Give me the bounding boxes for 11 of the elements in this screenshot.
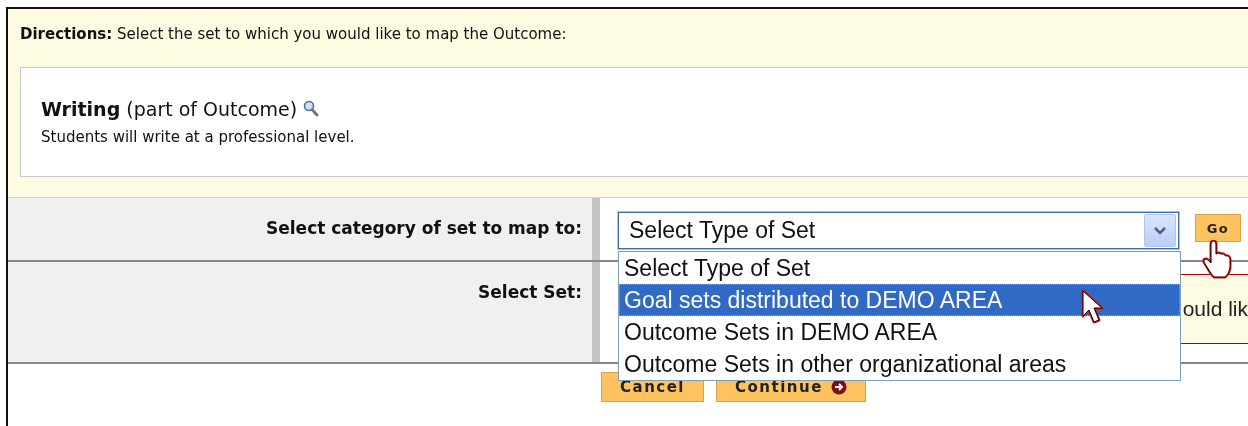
category-label: Select category of set to map to:: [266, 218, 582, 238]
arrow-cursor-icon: [1080, 288, 1106, 326]
set-type-dropdown[interactable]: Select Type of Set: [618, 212, 1179, 249]
outcome-description: Students will write at a professional level.: [41, 128, 356, 146]
set-label: Select Set:: [478, 282, 582, 302]
go-button[interactable]: Go: [1195, 214, 1241, 242]
dropdown-option[interactable]: Goal sets distributed to DEMO AREA: [619, 284, 1180, 316]
magnifier-icon[interactable]: [303, 100, 320, 118]
notice-text: ould lik: [1182, 297, 1248, 321]
outcome-title: Writing (part of Outcome): [41, 98, 298, 120]
directions-text: Directions: Select the set to which you would like to map the Outcome:: [20, 25, 568, 43]
